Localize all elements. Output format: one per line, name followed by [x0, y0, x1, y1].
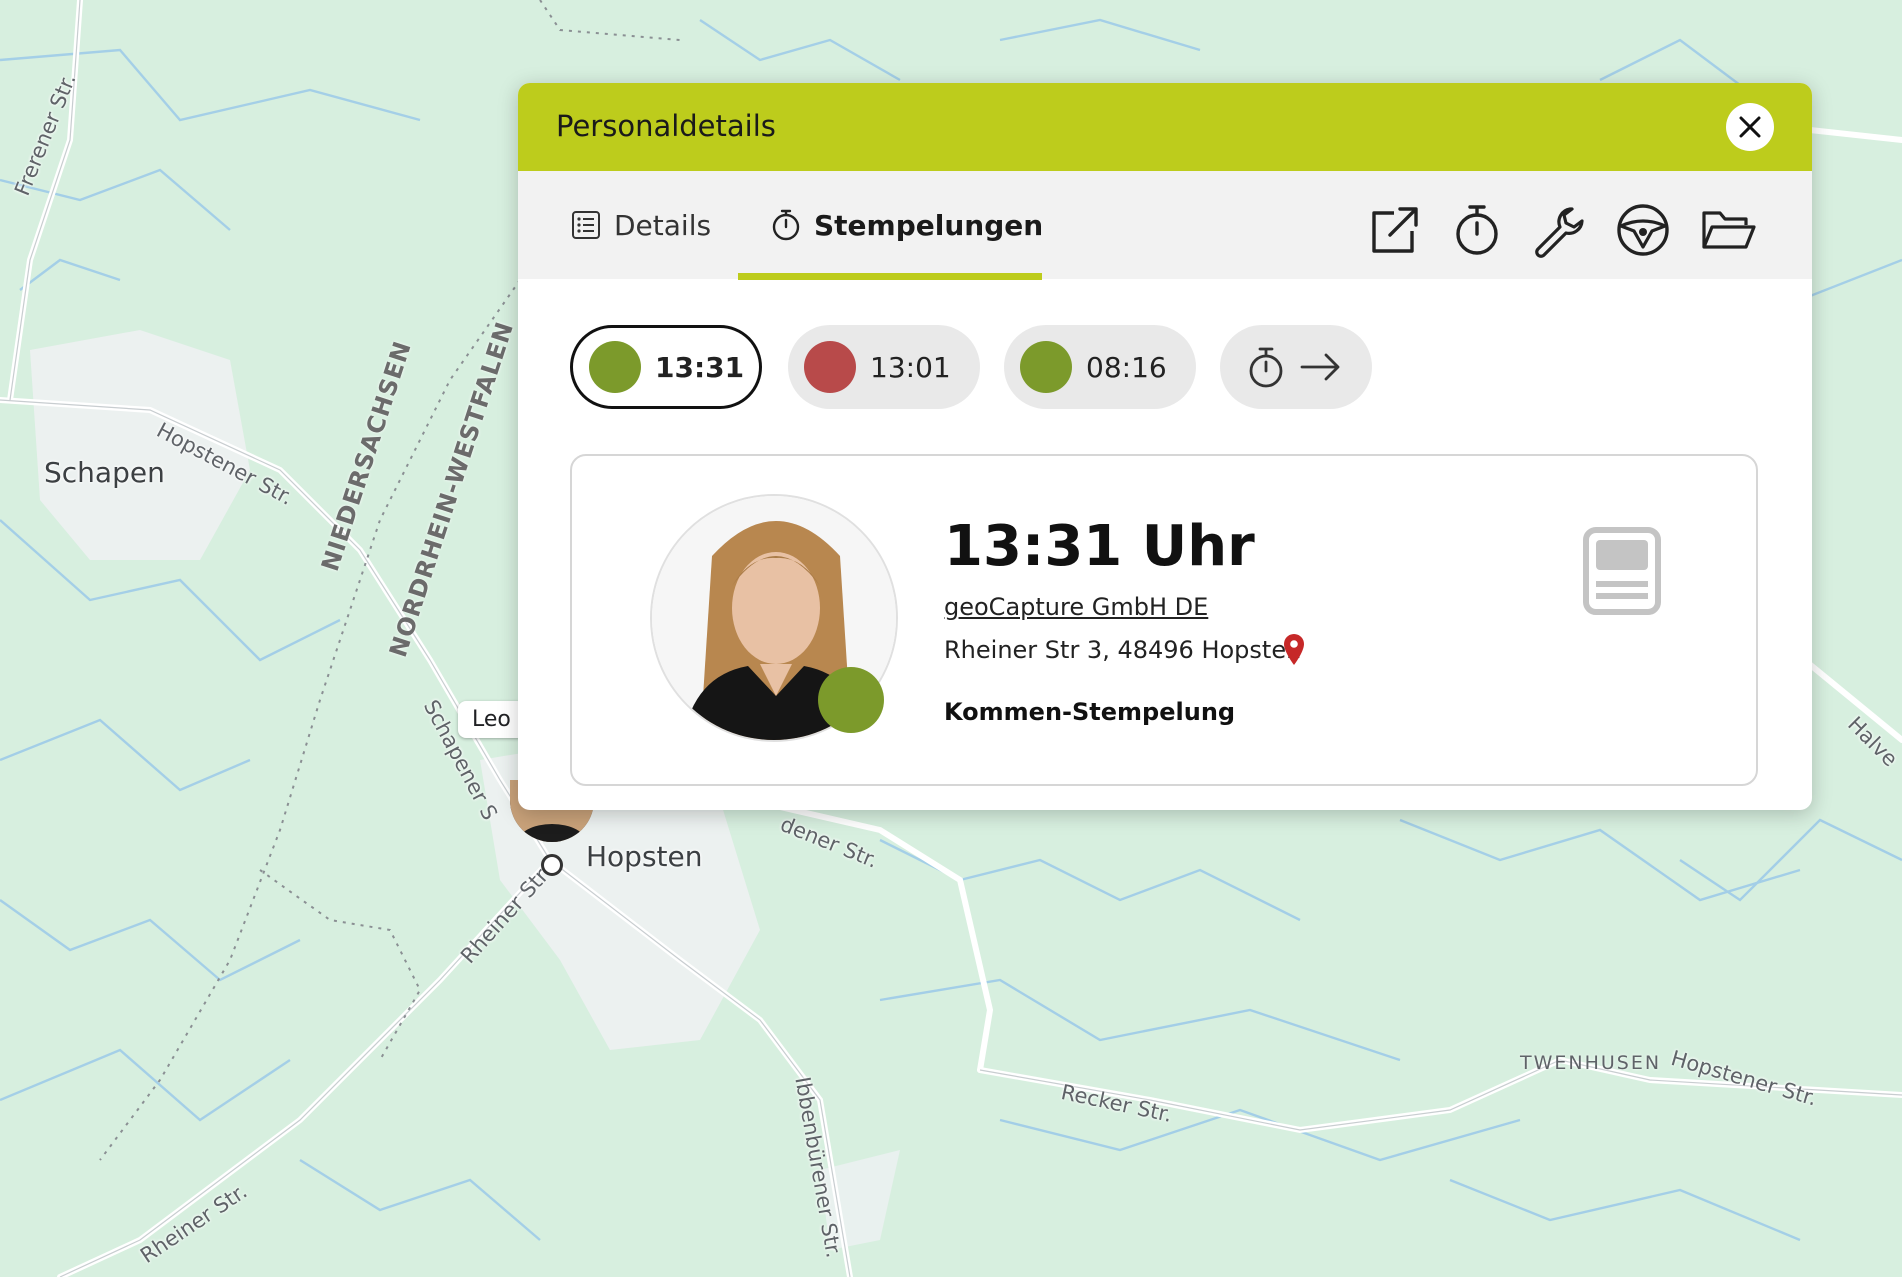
active-tab-indicator: [738, 273, 1042, 280]
more-stamps-button[interactable]: [1220, 325, 1372, 409]
stamp-time: 13:01: [870, 350, 951, 384]
tab-details-label: Details: [614, 208, 712, 242]
steering-wheel-icon[interactable]: [1614, 201, 1672, 259]
stamp-time-heading: 13:31 Uhr: [944, 514, 1255, 579]
stamp-time: 08:16: [1086, 350, 1167, 384]
company-link[interactable]: geoCapture GmbH DE: [944, 593, 1208, 621]
terminal-icon: [1583, 527, 1661, 615]
wrench-icon[interactable]: [1530, 201, 1588, 259]
close-icon: [1739, 116, 1761, 138]
map-label-hopsten: Hopsten: [586, 840, 703, 873]
stamp-time: 13:31: [655, 350, 745, 384]
status-dot: [818, 667, 884, 733]
stopwatch-icon: [772, 209, 800, 241]
map-label-twenhusen: TWENHUSEN: [1520, 1052, 1662, 1074]
stamp-pill-2[interactable]: 13:01: [788, 325, 980, 409]
stamp-address: Rheiner Str 3, 48496 Hopsten: [944, 636, 1302, 664]
panel-header: Personaldetails: [518, 83, 1812, 171]
map-label-schapen: Schapen: [44, 456, 165, 489]
stopwatch-icon: [1249, 347, 1283, 388]
panel-title: Personaldetails: [556, 109, 776, 143]
stamp-detail-card: 13:31 Uhr geoCapture GmbH DE Rheiner Str…: [570, 454, 1758, 786]
status-dot-red: [804, 341, 856, 393]
tab-stempelungen-label: Stempelungen: [814, 208, 1044, 242]
close-button[interactable]: [1726, 103, 1774, 151]
arrow-right-icon: [1300, 353, 1340, 381]
stamp-type: Kommen-Stempelung: [944, 698, 1236, 726]
stamp-pill-3[interactable]: 08:16: [1004, 325, 1196, 409]
map-location-dot[interactable]: [541, 854, 563, 876]
stopwatch-icon[interactable]: [1448, 201, 1506, 259]
status-dot-green: [589, 341, 641, 393]
personnel-details-panel: Personaldetails Details Stempelungen 13:…: [518, 83, 1812, 810]
tab-details[interactable]: Details: [570, 171, 711, 279]
list-icon: [572, 211, 600, 239]
folder-open-icon[interactable]: [1698, 201, 1756, 259]
status-dot-green: [1020, 341, 1072, 393]
map-pin-icon[interactable]: [1282, 633, 1306, 667]
map-marker-tag[interactable]: Leo: [458, 701, 525, 738]
external-link-icon[interactable]: [1364, 201, 1422, 259]
tab-stempelungen[interactable]: Stempelungen: [770, 171, 1043, 279]
stamp-pill-1[interactable]: 13:31: [570, 325, 762, 409]
